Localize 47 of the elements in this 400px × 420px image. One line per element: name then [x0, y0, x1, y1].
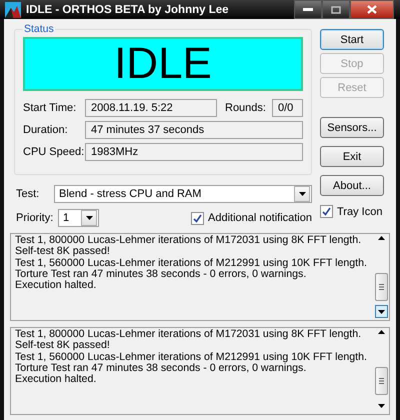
scroll-up-icon[interactable] — [378, 330, 384, 334]
close-button[interactable] — [350, 0, 394, 19]
caret-icon — [378, 310, 384, 314]
log-line: Torture Test ran 47 minutes 38 seconds - 0 errors, 0 warnings. — [15, 268, 308, 280]
caret-icon — [298, 192, 306, 196]
checkbox[interactable]: Additional notification — [191, 212, 312, 224]
field-label: Test: — [15, 188, 40, 200]
log-line: Execution halted. — [15, 280, 98, 292]
close-icon — [367, 5, 377, 14]
scroll-thumb[interactable] — [374, 367, 388, 395]
caret-icon — [86, 216, 92, 220]
status-display: IDLE — [23, 37, 303, 91]
button[interactable]: About... — [320, 175, 384, 196]
scroll-down-button[interactable] — [374, 305, 388, 318]
maximize-button[interactable] — [322, 0, 350, 19]
window-title: IDLE - ORTHOS BETA by Johnny Lee — [26, 4, 230, 16]
checkbox-box[interactable] — [320, 205, 333, 218]
dropdown-button[interactable] — [294, 186, 310, 202]
minimize-icon — [303, 8, 313, 11]
log-line: Test 1, 560000 Lucas-Lehmer iterations of M212991 using 10K FFT length. — [15, 258, 368, 269]
log-line: Self-test 8K passed! — [15, 340, 111, 352]
scroll-up-icon[interactable] — [378, 236, 384, 240]
priority-dropdown[interactable]: 1 — [58, 209, 99, 227]
log-line: Torture Test ran 47 minutes 38 seconds - 0 errors, 0 warnings. — [15, 362, 308, 374]
field-label: Start Time: — [23, 102, 78, 114]
field-label: Duration: — [23, 124, 69, 136]
log-line: Test 1, 800000 Lucas-Lehmer iterations of M172031 using 8K FFT length. — [15, 329, 362, 340]
field-label: CPU Speed: — [23, 146, 85, 158]
field-label: Rounds: — [225, 102, 266, 114]
test-dropdown[interactable]: Blend - stress CPU and RAM — [54, 185, 312, 203]
log-line: Test 1, 560000 Lucas-Lehmer iterations of M212991 using 10K FFT length. — [15, 352, 368, 363]
log-line: Execution halted. — [15, 374, 98, 386]
checkbox-box[interactable] — [191, 212, 204, 224]
log-line: Test 1, 800000 Lucas-Lehmer iterations of M172031 using 8K FFT length. — [15, 235, 362, 246]
scroll-thumb[interactable] — [374, 273, 388, 301]
checkbox[interactable]: Tray Icon — [320, 205, 382, 218]
minimize-button[interactable] — [294, 0, 322, 19]
caret-icon — [378, 404, 384, 408]
log-line: Self-test 8K passed! — [15, 246, 111, 258]
group-label: Status — [23, 23, 55, 35]
button[interactable]: Sensors... — [320, 117, 384, 138]
field-label: Priority: — [15, 212, 54, 224]
maximize-icon — [331, 6, 341, 14]
dropdown-button[interactable] — [81, 210, 97, 226]
button[interactable]: Start — [320, 29, 384, 50]
button[interactable]: Exit — [320, 146, 384, 167]
app-icon — [5, 2, 21, 18]
